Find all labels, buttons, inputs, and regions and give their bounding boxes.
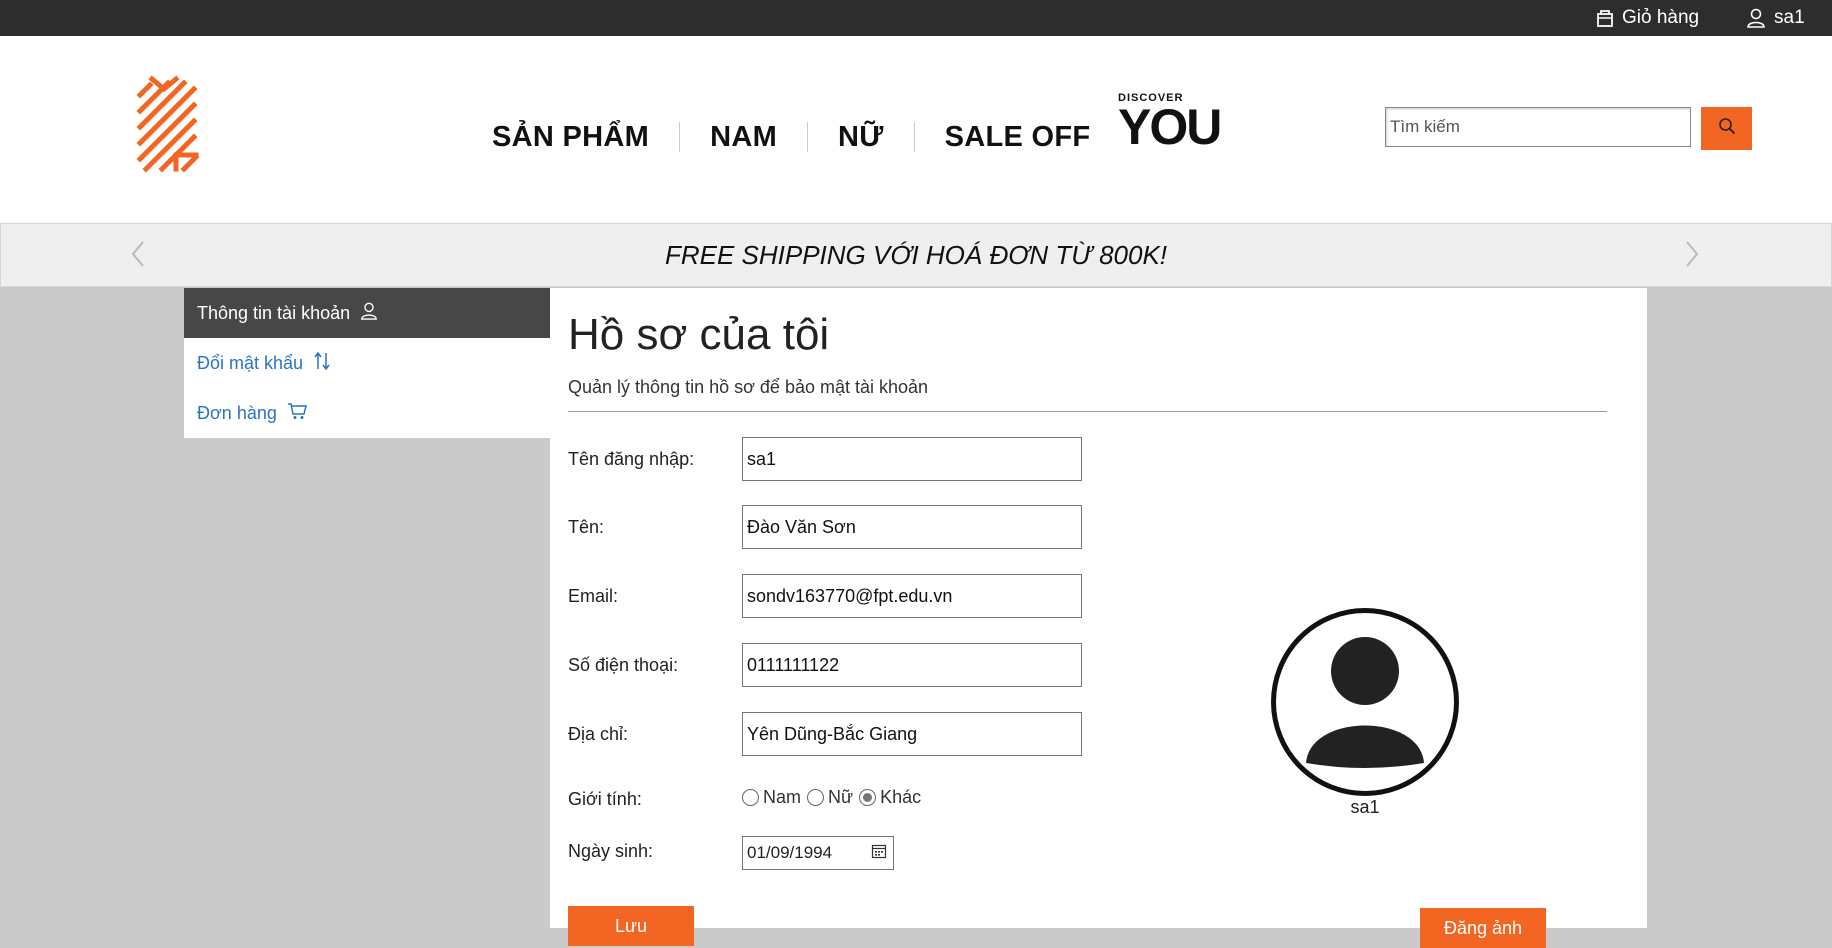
email-field[interactable] <box>742 574 1082 618</box>
sidebar-item-label: Thông tin tài khoản <box>197 302 351 323</box>
cart-link[interactable]: Giỏ hàng <box>1596 0 1699 36</box>
dob-date-input[interactable]: 01/09/1994 <box>742 836 894 870</box>
dob-label: Ngày sinh: <box>568 841 654 861</box>
gender-radio-other[interactable] <box>859 789 877 806</box>
address-field[interactable] <box>742 712 1082 756</box>
name-field[interactable] <box>742 505 1082 549</box>
name-label: Tên: <box>568 517 605 537</box>
search-icon <box>1718 117 1736 140</box>
user-icon <box>1746 8 1766 28</box>
discover-you-logo[interactable]: DISCOVER YOU <box>1118 93 1222 155</box>
upload-photo-button[interactable]: Đăng ảnh <box>1420 908 1546 948</box>
nav-item-women[interactable]: NỮ <box>807 122 914 152</box>
avatar-username: sa1 <box>1350 797 1380 817</box>
sidebar-item-change-password[interactable]: Đổi mật khẩu <box>184 338 550 388</box>
swap-arrows-icon <box>313 351 331 376</box>
nav-item-men[interactable]: NAM <box>679 122 807 152</box>
promo-banner-text: FREE SHIPPING VỚI HOÁ ĐƠN TỪ 800K! <box>664 240 1168 270</box>
banner-prev-arrow[interactable] <box>128 238 148 270</box>
save-button[interactable]: Lưu <box>568 906 694 946</box>
address-label: Địa chỉ: <box>568 724 629 744</box>
username-field[interactable] <box>742 437 1082 481</box>
banner-next-arrow[interactable] <box>1682 238 1702 270</box>
top-bar: Giỏ hàng sa1 <box>0 0 1832 36</box>
nav-item-sale-off[interactable]: SALE OFF <box>913 122 1121 152</box>
sidebar-item-account-info[interactable]: Thông tin tài khoản <box>184 288 550 338</box>
phone-field[interactable] <box>742 643 1082 687</box>
main-nav: SẢN PHẨM NAM NỮ SALE OFF <box>472 122 1120 152</box>
email-label: Email: <box>568 586 619 606</box>
user-icon <box>360 302 378 325</box>
phone-label: Số điện thoại: <box>568 655 679 675</box>
gender-radio-group: Nam Nữ Khác <box>742 787 921 808</box>
brand-logo[interactable] <box>134 73 204 188</box>
account-username: sa1 <box>1774 7 1805 28</box>
username-label: Tên đăng nhập: <box>568 449 695 469</box>
shopping-bag-icon <box>1596 8 1614 28</box>
sidebar-item-label: Đơn hàng <box>197 402 277 423</box>
calendar-icon[interactable] <box>871 843 887 864</box>
user-silhouette-icon <box>1306 637 1424 768</box>
sidebar-item-label: Đổi mật khẩu <box>197 352 304 373</box>
gender-option-label: Nam <box>763 787 802 807</box>
gender-option-label: Khác <box>880 787 922 807</box>
gender-label: Giới tính: <box>568 789 642 809</box>
page-title: Hồ sơ của tôi <box>568 310 830 359</box>
avatar <box>1271 608 1459 796</box>
cart-icon <box>287 402 307 425</box>
nav-item-products[interactable]: SẢN PHẨM <box>472 122 679 152</box>
you-label: YOU <box>1118 99 1222 155</box>
page-subtitle: Quản lý thông tin hồ sơ để bảo mật tài k… <box>568 377 929 397</box>
dob-value: 01/09/1994 <box>747 843 833 862</box>
gender-radio-male[interactable] <box>742 789 759 806</box>
search-input[interactable] <box>1385 107 1691 147</box>
divider <box>568 411 1607 412</box>
account-link[interactable]: sa1 <box>1746 0 1805 36</box>
cart-label: Giỏ hàng <box>1622 7 1700 28</box>
search-button[interactable] <box>1701 107 1752 150</box>
sidebar-item-orders[interactable]: Đơn hàng <box>184 388 550 438</box>
gender-option-label: Nữ <box>828 787 854 807</box>
gender-radio-female[interactable] <box>807 789 825 806</box>
